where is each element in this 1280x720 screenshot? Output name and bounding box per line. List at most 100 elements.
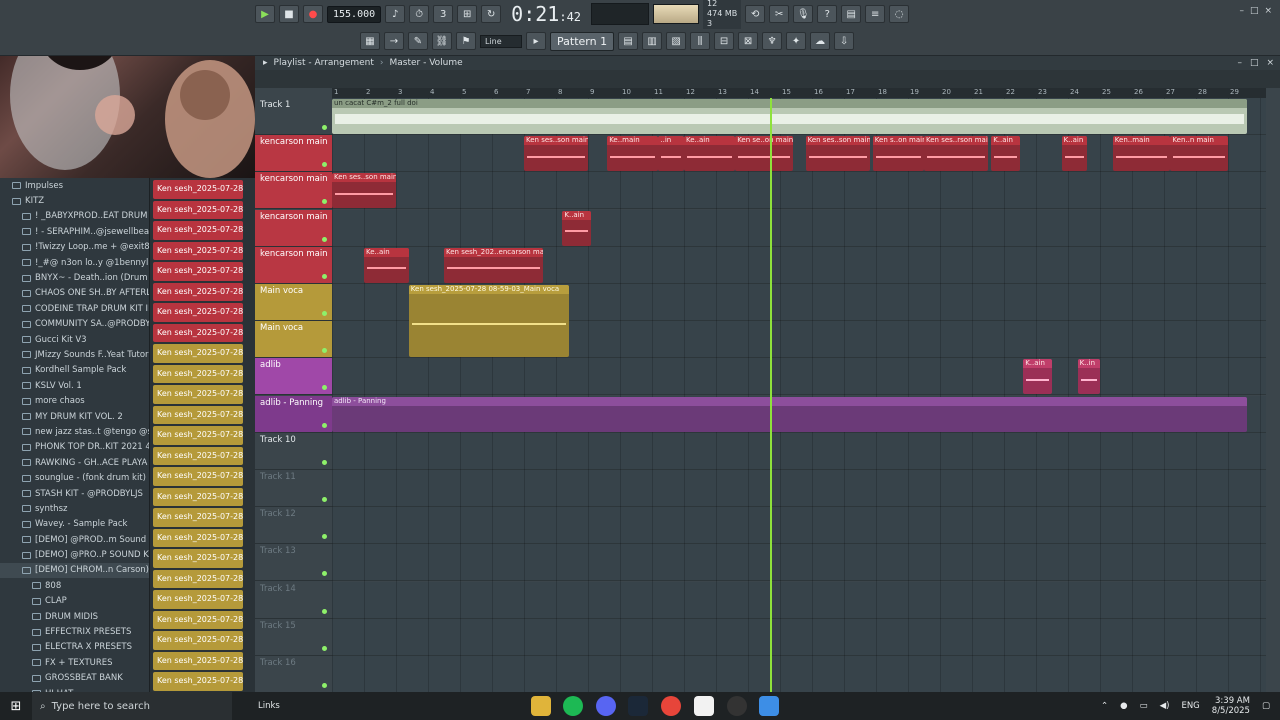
- links-toolbar[interactable]: Links: [258, 701, 280, 711]
- picker-clip[interactable]: Ken sesh_2025-07-28 09..: [153, 672, 243, 691]
- browser-item[interactable]: KITZ: [0, 193, 149, 208]
- mixer-view-icon[interactable]: ⫼: [690, 32, 711, 50]
- track-lane[interactable]: [332, 470, 1266, 507]
- browser-item[interactable]: FX + TEXTURES: [0, 655, 149, 670]
- browser-item[interactable]: more chaos: [0, 393, 149, 408]
- playlist-clip[interactable]: Ken s..on main: [872, 136, 924, 172]
- browser-item[interactable]: RAWKING - GH..ACE PLAYA KIT: [0, 455, 149, 470]
- picker-clip[interactable]: Ken sesh_2025-07-28 08..: [153, 446, 243, 465]
- playhead-marker[interactable]: [770, 98, 772, 692]
- torch-icon[interactable]: ♆: [762, 32, 783, 50]
- notifications-icon[interactable]: ▢: [1262, 701, 1270, 711]
- picker-clip[interactable]: Ken sesh_2025-07-28 08..: [153, 385, 243, 404]
- track-lane[interactable]: [332, 358, 1266, 396]
- stop-button[interactable]: ■: [279, 5, 299, 23]
- picker-clip[interactable]: Ken sesh_2025-07-28 08..: [153, 405, 243, 424]
- track-lane[interactable]: [332, 581, 1266, 619]
- browser-item[interactable]: [DEMO] @PROD..m Sound Kit: [0, 532, 149, 547]
- playlist-close-icon[interactable]: ×: [1266, 58, 1274, 68]
- track-active-indicator[interactable]: [322, 683, 327, 688]
- network-icon[interactable]: ▭: [1140, 701, 1148, 711]
- track-header[interactable]: kencarson main: [255, 172, 332, 210]
- browser-item[interactable]: CLAP: [0, 594, 149, 609]
- playlist-title-bar[interactable]: ▸ Playlist - Arrangement › Master - Volu…: [255, 56, 1280, 70]
- cut-icon[interactable]: ✂: [769, 5, 790, 23]
- browser-item[interactable]: [DEMO] CHROM..n Carson): [0, 562, 149, 579]
- track-header[interactable]: kencarson main: [255, 209, 332, 247]
- track-active-indicator[interactable]: [322, 125, 327, 130]
- browser-item[interactable]: 808: [0, 578, 149, 593]
- playlist-minimize-icon[interactable]: –: [1237, 58, 1242, 68]
- playlist-clip[interactable]: Ke..ain: [684, 136, 736, 172]
- playlist-clip[interactable]: Ken sesh_202..encarson main: [444, 247, 544, 283]
- browser-item[interactable]: STASH KIT - @PRODBYLJS: [0, 486, 149, 501]
- browser-item[interactable]: Gucci Kit V3: [0, 332, 149, 347]
- track-header[interactable]: adlib: [255, 358, 332, 396]
- browser-item[interactable]: JMizzy Sounds F..Yeat Tutorial: [0, 347, 149, 362]
- notepad-icon[interactable]: [694, 696, 714, 716]
- browser-item[interactable]: synthsz: [0, 501, 149, 516]
- file-explorer-icon[interactable]: [531, 696, 551, 716]
- playlist-clip[interactable]: Ken ses..son main: [332, 173, 396, 209]
- windows-start-icon[interactable]: ⊞: [0, 692, 32, 720]
- track-header[interactable]: Track 12: [255, 507, 332, 545]
- playlist-clip[interactable]: Ken ses..son main: [805, 136, 870, 172]
- track-lane[interactable]: [332, 209, 1266, 247]
- browser-item[interactable]: Wavey. - Sample Pack: [0, 517, 149, 532]
- pattern-select[interactable]: Pattern 1: [550, 31, 615, 51]
- song-time-display[interactable]: 0:21:42: [511, 2, 581, 26]
- browser-item[interactable]: COMMUNITY SA..@PRODBYLJS: [0, 317, 149, 332]
- tools-icon[interactable]: ✦: [786, 32, 807, 50]
- track-active-indicator[interactable]: [322, 273, 327, 279]
- picker-clip[interactable]: Ken sesh_2025-07-28 06..: [153, 282, 243, 301]
- picker-clip[interactable]: Ken sesh_2025-07-28 08..: [153, 528, 243, 547]
- record-button[interactable]: ●: [303, 5, 323, 23]
- piano-icon[interactable]: ▦: [360, 32, 380, 50]
- cloud-icon[interactable]: ☁: [810, 32, 831, 50]
- browser-item[interactable]: sounglue - (fonk drum kit): [0, 470, 149, 485]
- minimize-icon[interactable]: –: [1239, 6, 1244, 16]
- loop-record-icon[interactable]: ↻: [481, 5, 502, 23]
- browser-item[interactable]: GROSSBEAT BANK: [0, 671, 149, 686]
- playlist-clip[interactable]: Ken ses..son main: [524, 136, 588, 172]
- track-active-indicator[interactable]: [322, 497, 327, 502]
- picker-clip[interactable]: Ken sesh_2025-07-28 08..: [153, 344, 243, 363]
- language-indicator[interactable]: ENG: [1181, 701, 1199, 711]
- fl-studio-taskbar-icon[interactable]: [759, 696, 779, 716]
- playlist-clip[interactable]: Ken..main: [1112, 136, 1171, 172]
- metronome-icon[interactable]: ♪: [385, 5, 406, 23]
- spotify-icon[interactable]: [563, 696, 583, 716]
- playlist-icon[interactable]: ▤: [618, 32, 639, 50]
- browser-item[interactable]: Impulses: [0, 178, 149, 193]
- close-icon[interactable]: ×: [1264, 6, 1272, 16]
- track-lane[interactable]: [332, 432, 1266, 470]
- browser-item[interactable]: [DEMO] @PRO..P SOUND KIT: [0, 547, 149, 562]
- chevron-up-icon[interactable]: ⌃: [1101, 701, 1108, 711]
- picker-clip[interactable]: Ken sesh_2025-07-28 06..: [153, 241, 243, 260]
- obs-icon[interactable]: [727, 696, 747, 716]
- playlist-clip[interactable]: ..in: [658, 136, 684, 172]
- track-header[interactable]: kencarson main: [255, 246, 332, 284]
- playlist-overview-bar[interactable]: [255, 70, 1280, 88]
- track-active-indicator[interactable]: [322, 608, 327, 614]
- pattern-prev-icon[interactable]: ▸: [526, 32, 546, 50]
- discord-icon[interactable]: [596, 696, 616, 716]
- download-icon[interactable]: ⇩: [834, 32, 855, 50]
- piano-roll-icon[interactable]: ▧: [666, 32, 687, 50]
- stamp-icon[interactable]: ⚑: [456, 32, 476, 50]
- track-active-indicator[interactable]: [322, 534, 327, 540]
- track-lane[interactable]: [332, 544, 1266, 582]
- track-header[interactable]: Main voca: [255, 284, 332, 321]
- track-lane[interactable]: [332, 618, 1266, 656]
- browser-item[interactable]: EFFECTRIX PRESETS: [0, 624, 149, 639]
- track-header[interactable]: kencarson main: [255, 135, 332, 173]
- browser-item[interactable]: CHAOS ONE SH..BY AFTERLIFE: [0, 286, 149, 301]
- track-active-indicator[interactable]: [322, 422, 327, 428]
- track-header[interactable]: Track 13: [255, 544, 332, 582]
- picker-clip[interactable]: Ken sesh_2025-07-28 06..: [153, 221, 243, 240]
- track-lane[interactable]: [332, 507, 1266, 545]
- browser-item[interactable]: !Twizzy Loop..me + @exit808_: [0, 240, 149, 255]
- picker-clip[interactable]: Ken sesh_2025-07-28 08..: [153, 467, 243, 486]
- browser-item[interactable]: Kordhell Sample Pack: [0, 363, 149, 378]
- browser-item[interactable]: !_#@ n3on lo..y @1bennyluv]: [0, 255, 149, 270]
